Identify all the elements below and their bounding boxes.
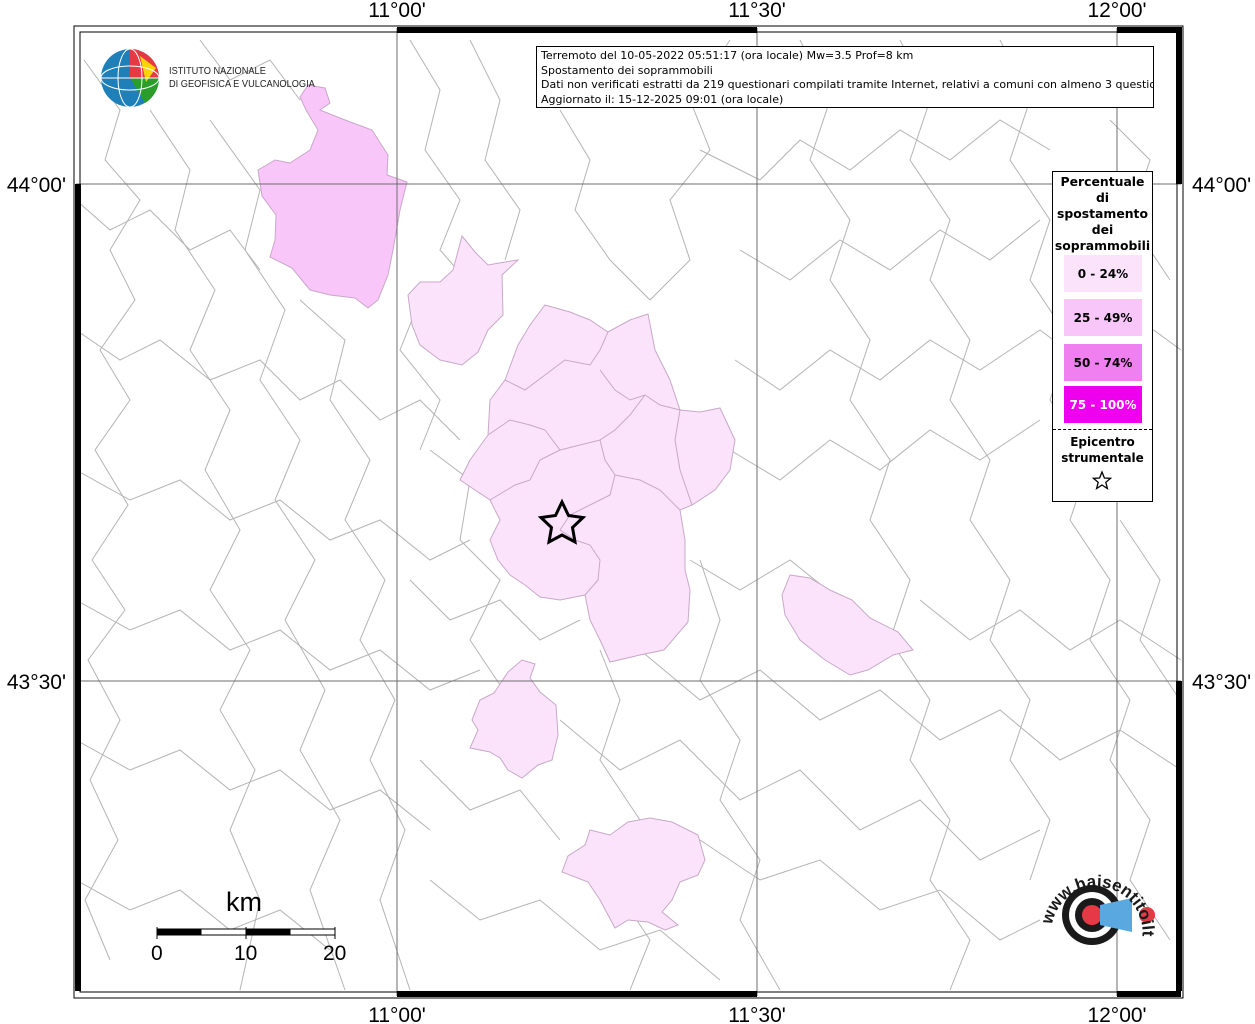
legend-title: Percentuale di spostamento dei soprammob… — [1053, 172, 1152, 254]
lon-label-top-1: 11°00' — [368, 0, 426, 22]
ingv-globe-icon — [100, 48, 160, 108]
lon-label-bottom-1: 11°00' — [368, 1004, 426, 1024]
legend-title-line: soprammobili — [1054, 238, 1151, 253]
lat-label-left-1: 44°00' — [7, 174, 66, 197]
legend-epicenter-line: Epicentro — [1070, 435, 1135, 449]
legend-epicenter-line: strumentale — [1061, 451, 1144, 465]
info-line-data-note: Dati non verificati estratti da 219 ques… — [541, 78, 1154, 92]
legend-item-25-49: 25 - 49% — [1064, 299, 1142, 336]
ingv-logo-text: ISTITUTO NAZIONALE DI GEOFISICA E VULCAN… — [169, 65, 315, 90]
info-line-updated: Aggiornato il: 15-12-2025 09:01 (ora loc… — [541, 92, 784, 106]
legend: Percentuale di spostamento dei soprammob… — [1052, 171, 1153, 502]
lon-label-bottom-3: 12°00' — [1087, 1004, 1146, 1024]
ingv-logo-line1: ISTITUTO NAZIONALE — [169, 65, 266, 77]
scale-bar-graphic — [156, 927, 336, 939]
lat-label-right-2: 43°30' — [1192, 671, 1251, 694]
legend-title-line: spostamento — [1057, 206, 1148, 221]
lon-label-bottom-2: 11°30' — [728, 1004, 786, 1024]
scale-unit: km — [226, 887, 262, 917]
legend-title-line: di — [1095, 190, 1110, 205]
info-box: Terremoto del 10-05-2022 05:51:17 (ora l… — [536, 46, 1154, 108]
ingv-logo-line2: DI GEOFISICA E VULCANOLOGIA — [169, 77, 315, 90]
legend-item-0-24: 0 - 24% — [1064, 255, 1142, 292]
scale-tick-0: 0 — [151, 942, 163, 965]
legend-item-75-100: 75 - 100% — [1064, 386, 1142, 423]
lat-label-left-2: 43°30' — [7, 671, 66, 694]
legend-item-50-74: 50 - 74% — [1064, 344, 1142, 381]
legend-epicenter-label: Epicentro strumentale — [1053, 434, 1152, 466]
lon-label-top-3: 12°00' — [1087, 0, 1146, 22]
scale-bar: km 0 10 20 — [150, 885, 350, 975]
legend-title-line: dei — [1091, 222, 1114, 237]
scale-tick-10: 10 — [234, 942, 258, 965]
legend-star-icon — [1091, 470, 1113, 490]
legend-title-line: Percentuale — [1060, 174, 1145, 189]
lon-label-top-2: 11°30' — [728, 0, 786, 22]
info-line-event: Terremoto del 10-05-2022 05:51:17 (ora l… — [541, 49, 914, 62]
scale-tick-20: 20 — [323, 942, 347, 965]
map-canvas: 11°00' 11°30' 12°00' 11°00' 11°30' 12°00… — [0, 0, 1251, 1024]
info-line-effect: Spostamento dei soprammobili — [541, 63, 713, 77]
lat-label-right-1: 44°00' — [1192, 174, 1251, 197]
legend-separator — [1053, 429, 1152, 430]
